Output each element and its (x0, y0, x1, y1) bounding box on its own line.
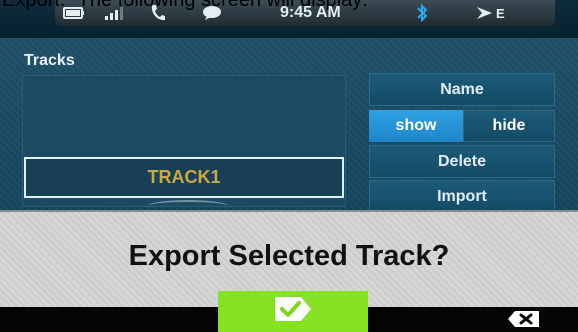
checkmark-icon (273, 296, 313, 327)
cancel-button[interactable] (502, 310, 546, 332)
tracks-title: Tracks (24, 52, 75, 69)
svg-text:E: E (496, 6, 505, 20)
import-button-label: Import (437, 187, 487, 205)
show-label: show (395, 117, 437, 134)
delete-button-label: Delete (437, 152, 487, 170)
delete-button[interactable]: Delete (369, 145, 555, 178)
name-button-label: Name (440, 80, 484, 98)
confirm-button[interactable] (218, 291, 368, 332)
show-toggle[interactable]: show (369, 110, 463, 142)
track-label: TRACK1 (147, 167, 221, 187)
hide-label: hide (492, 117, 526, 134)
bluetooth-icon (416, 2, 428, 24)
close-icon (507, 310, 541, 332)
track-item-selected[interactable]: TRACK1 (24, 157, 344, 198)
navigation-icon: E (476, 2, 512, 24)
visibility-toggle: show hide (369, 110, 555, 142)
name-button[interactable]: Name (369, 73, 555, 106)
dialog-question: Export Selected Track? (128, 240, 450, 272)
screen: 9:45 AM E Tracks TRACK1 Name show hide D… (0, 0, 578, 332)
import-button[interactable]: Import (369, 180, 555, 213)
page-caption: Export." The following screen will displ… (2, 0, 368, 11)
hide-toggle[interactable]: hide (463, 110, 555, 142)
